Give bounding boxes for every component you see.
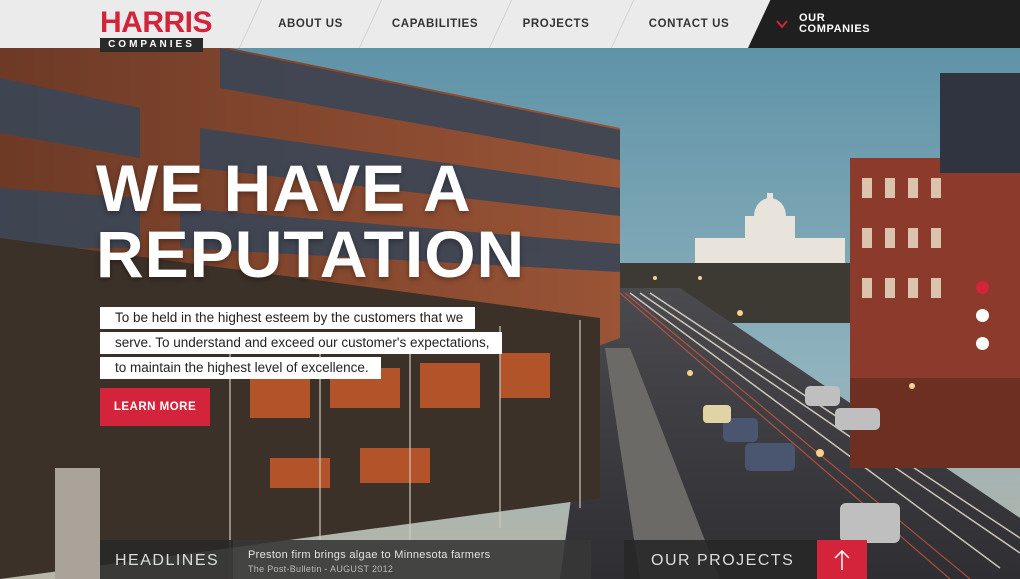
news-source: The Post-Bulletin - AUGUST 2012 <box>248 564 394 574</box>
news-ticker-item[interactable]: Preston firm brings algae to Minnesota f… <box>233 540 591 579</box>
hero-tagline-line2: serve. To understand and exceed our cust… <box>100 332 502 354</box>
hero-tagline-line1: To be held in the highest esteem by the … <box>100 307 476 329</box>
slider-dot-1[interactable] <box>976 281 989 294</box>
nav-about-us[interactable]: ABOUT US <box>254 0 367 48</box>
nav-capabilities[interactable]: CAPABILITIES <box>370 0 500 48</box>
news-title: Preston firm brings algae to Minnesota f… <box>248 549 491 561</box>
our-companies-line2: COMPANIES <box>799 23 871 35</box>
learn-more-button[interactable]: LEARN MORE <box>100 388 210 426</box>
nav-contact-us[interactable]: CONTACT US <box>625 0 753 48</box>
logo-wordmark: HARRIS <box>100 6 213 39</box>
headlines-tab[interactable]: HEADLINES <box>100 540 233 579</box>
hero-headline-line2: REPUTATION <box>96 217 526 291</box>
headlines-label: HEADLINES <box>115 552 220 569</box>
hero-headline-line1: WE HAVE A <box>96 151 472 225</box>
site-header: HARRIS COMPANIES ABOUT US CAPABILITIES P… <box>0 0 1020 52</box>
hero-tagline-line3: to maintain the highest level of excelle… <box>100 357 381 379</box>
hero-headline: WE HAVE A REPUTATION <box>96 155 616 287</box>
our-companies-menu[interactable]: OUR COMPANIES <box>748 0 1020 48</box>
nav-projects[interactable]: PROJECTS <box>500 0 612 48</box>
logo-subtitle: COMPANIES <box>100 38 203 52</box>
our-projects-label: OUR PROJECTS <box>651 552 795 569</box>
our-companies-label: OUR COMPANIES <box>799 13 889 35</box>
slider-dot-3[interactable] <box>976 337 989 350</box>
logo-area: HARRIS COMPANIES <box>0 0 245 52</box>
slider-dot-2[interactable] <box>976 309 989 322</box>
our-projects-arrow-button[interactable] <box>817 540 867 579</box>
chevron-down-icon <box>776 20 788 29</box>
our-projects-tab[interactable]: OUR PROJECTS <box>624 540 817 579</box>
harris-companies-logo[interactable]: HARRIS COMPANIES <box>100 8 213 54</box>
arrow-up-icon <box>834 549 850 570</box>
